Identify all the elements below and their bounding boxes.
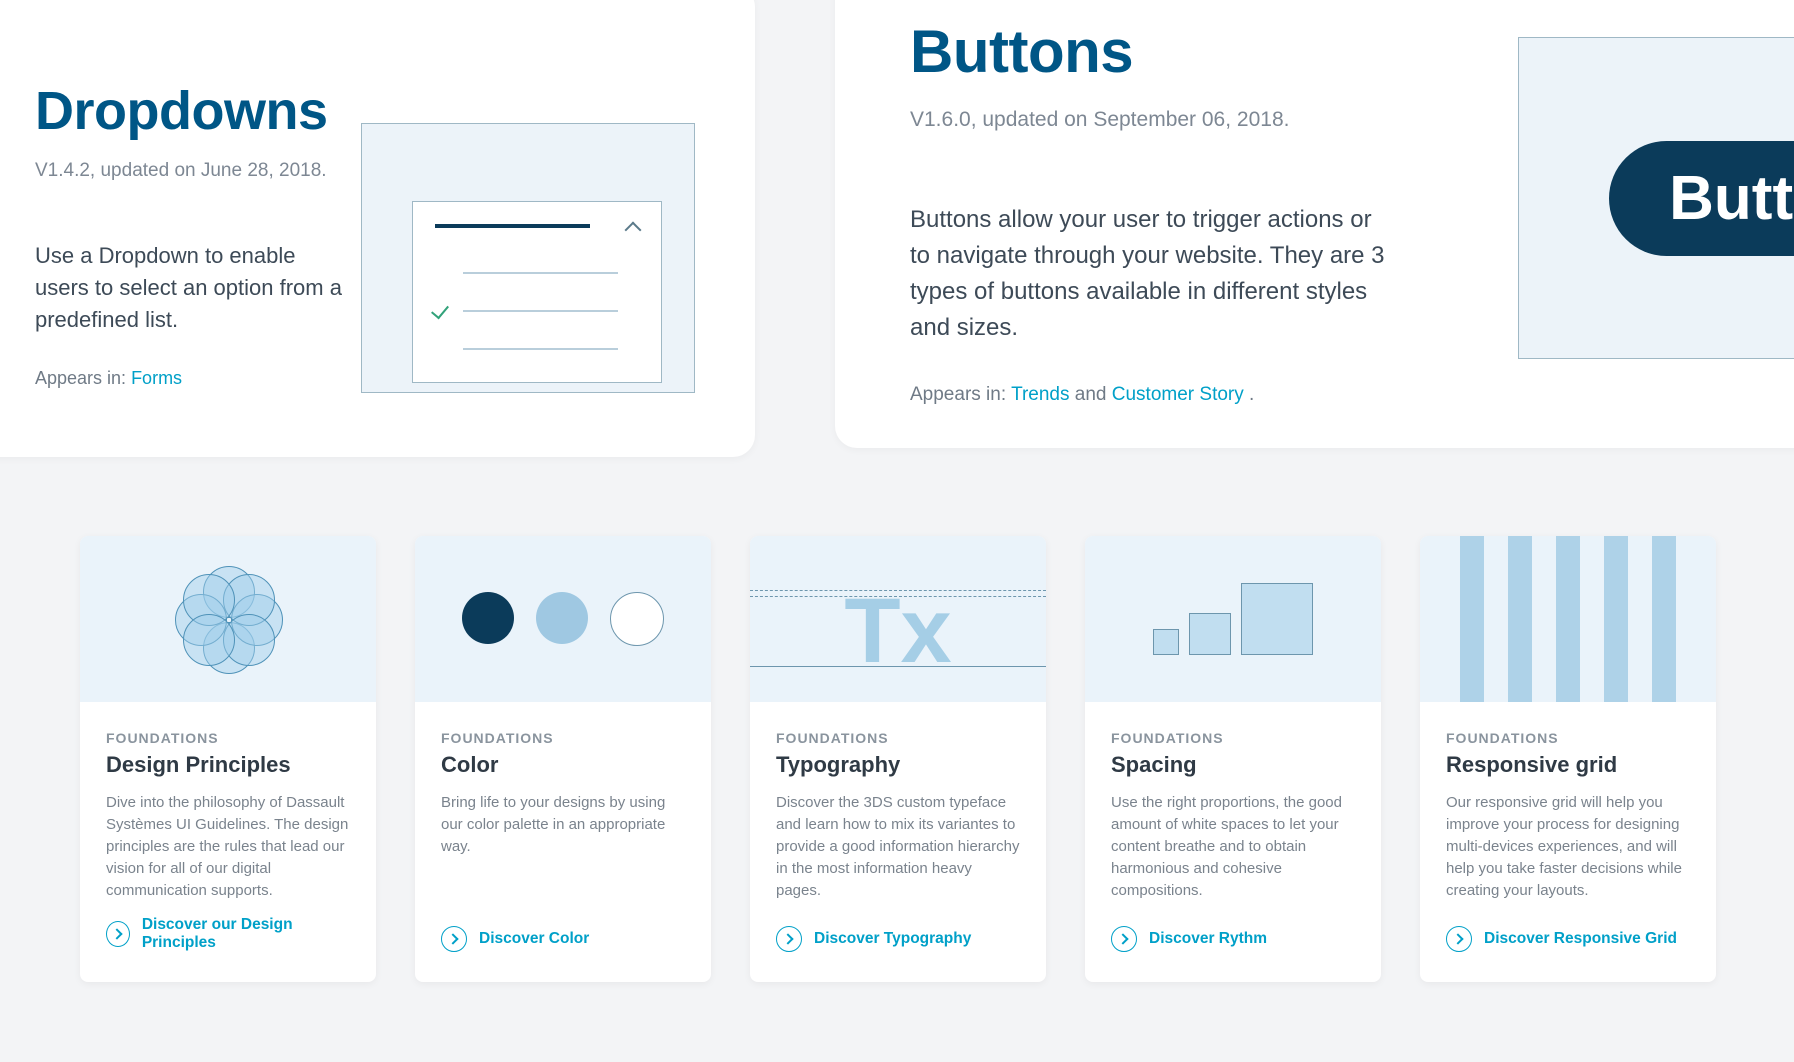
appears-suffix: . (1249, 384, 1254, 405)
appears-mid: and (1075, 384, 1112, 405)
color-swatches-icon (462, 592, 664, 646)
cta-label: Discover Responsive Grid (1484, 930, 1677, 948)
thumb-responsive-grid (1420, 536, 1716, 702)
spacing-icon (1153, 583, 1313, 655)
card-text: Use the right proportions, the good amou… (1111, 792, 1355, 902)
arrow-circle-right-icon (441, 926, 467, 952)
foundation-card-spacing[interactable]: FOUNDATIONS Spacing Use the right propor… (1085, 536, 1381, 982)
arrow-circle-right-icon (1111, 926, 1137, 952)
cta-design-principles[interactable]: Discover our Design Principles (80, 916, 376, 982)
buttons-appears-line: Appears in: Trends and Customer Story . (910, 384, 1794, 406)
card-title: Color (441, 752, 685, 778)
dropdowns-description: Use a Dropdown to enable users to select… (35, 240, 355, 336)
card-kicker: FOUNDATIONS (1446, 730, 1690, 746)
grid-columns-icon (1460, 536, 1676, 702)
card-title: Typography (776, 752, 1020, 778)
dropdowns-illustration (361, 123, 695, 393)
card-text: Discover the 3DS custom typeface and lea… (776, 792, 1020, 902)
card-text: Dive into the philosophy of Dassault Sys… (106, 792, 350, 902)
card-kicker: FOUNDATIONS (106, 730, 350, 746)
pill-button-sample: Button (1609, 141, 1794, 256)
card-kicker: FOUNDATIONS (776, 730, 1020, 746)
check-icon (431, 301, 449, 320)
component-card-dropdowns[interactable]: Dropdowns V1.4.2, updated on June 28, 20… (0, 0, 755, 457)
cta-responsive-grid[interactable]: Discover Responsive Grid (1420, 926, 1716, 982)
thumb-typography: Tx (750, 536, 1046, 702)
foundation-card-color[interactable]: FOUNDATIONS Color Bring life to your des… (415, 536, 711, 982)
appears-link-forms[interactable]: Forms (131, 368, 182, 388)
appears-prefix: Appears in: (910, 384, 1011, 405)
foundation-card-responsive-grid[interactable]: FOUNDATIONS Responsive grid Our responsi… (1420, 536, 1716, 982)
cta-label: Discover Rythm (1149, 930, 1267, 948)
cta-color[interactable]: Discover Color (415, 926, 711, 982)
appears-link-customer-story[interactable]: Customer Story (1112, 384, 1244, 405)
cta-typography[interactable]: Discover Typography (750, 926, 1046, 982)
card-title: Spacing (1111, 752, 1355, 778)
thumb-color (415, 536, 711, 702)
card-text: Bring life to your designs by using our … (441, 792, 685, 902)
cta-spacing[interactable]: Discover Rythm (1085, 926, 1381, 982)
cta-label: Discover our Design Principles (142, 916, 350, 952)
arrow-circle-right-icon (1446, 926, 1472, 952)
thumb-design-principles (80, 536, 376, 702)
appears-link-trends[interactable]: Trends (1011, 384, 1069, 405)
buttons-illustration: Button (1518, 37, 1794, 359)
card-kicker: FOUNDATIONS (1111, 730, 1355, 746)
component-card-buttons[interactable]: Buttons V1.6.0, updated on September 06,… (835, 0, 1794, 448)
buttons-description: Buttons allow your user to trigger actio… (910, 202, 1390, 346)
cta-label: Discover Typography (814, 930, 971, 948)
foundation-card-design-principles[interactable]: FOUNDATIONS Design Principles Dive into … (80, 536, 376, 982)
foundation-card-typography[interactable]: Tx FOUNDATIONS Typography Discover the 3… (750, 536, 1046, 982)
arrow-circle-right-icon (776, 926, 802, 952)
arrow-circle-right-icon (106, 921, 130, 947)
cta-label: Discover Color (479, 930, 589, 948)
card-title: Design Principles (106, 752, 350, 778)
card-kicker: FOUNDATIONS (441, 730, 685, 746)
appears-prefix: Appears in: (35, 368, 131, 388)
card-text: Our responsive grid will help you improv… (1446, 792, 1690, 902)
thumb-spacing (1085, 536, 1381, 702)
foundations-grid: FOUNDATIONS Design Principles Dive into … (80, 536, 1716, 982)
chevron-up-icon (625, 222, 642, 239)
card-title: Responsive grid (1446, 752, 1690, 778)
flower-icon (172, 563, 284, 675)
typography-icon: Tx (844, 579, 951, 684)
